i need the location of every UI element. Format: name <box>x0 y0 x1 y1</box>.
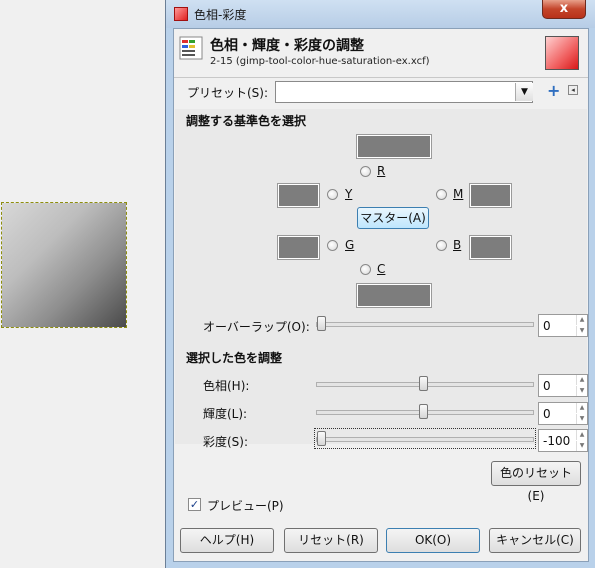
hue-spinbox[interactable]: 0 ▲ ▼ <box>538 374 588 397</box>
saturation-value: -100 <box>543 434 571 448</box>
swatch-cyan <box>356 283 432 308</box>
app-icon <box>174 7 188 21</box>
hue-label: 色相(H): <box>203 379 250 393</box>
reset-button[interactable]: リセット(R) <box>284 528 378 553</box>
preset-menu-icon[interactable]: ◂ <box>568 85 578 95</box>
radio-green[interactable] <box>327 240 338 251</box>
dialog-content: 色相・輝度・彩度の調整 2-15 (gimp-tool-color-hue-sa… <box>173 28 589 562</box>
close-button[interactable]: x <box>542 0 586 19</box>
image-name: 2-15 (gimp-tool-color-hue-saturation-ex.… <box>210 56 430 67</box>
preview-label[interactable]: プレビュー(P) <box>207 497 284 514</box>
window-title: 色相-彩度 <box>194 8 247 22</box>
overlap-slider-thumb[interactable] <box>317 316 326 331</box>
lightness-value: 0 <box>543 407 551 421</box>
label-yellow[interactable]: Y <box>345 187 352 201</box>
swatch-yellow <box>277 183 320 208</box>
spin-down-icon[interactable]: ▼ <box>576 326 587 336</box>
hue-saturation-tool-icon <box>179 36 203 60</box>
reset-color-button[interactable]: 色のリセット(E) <box>491 461 581 503</box>
saturation-slider[interactable] <box>316 437 534 442</box>
spin-up-icon[interactable]: ▲ <box>576 315 587 325</box>
spin-up-icon[interactable]: ▲ <box>576 403 587 413</box>
label-green[interactable]: G <box>345 238 354 252</box>
preset-combo[interactable]: ▼ <box>275 81 533 103</box>
image-thumbnail <box>545 36 579 70</box>
radio-magenta[interactable] <box>436 189 447 200</box>
radio-red[interactable] <box>360 166 371 177</box>
preset-label: プリセット(S): <box>187 86 269 100</box>
saturation-spinbox[interactable]: -100 ▲ ▼ <box>538 429 588 452</box>
swatch-red <box>356 134 432 159</box>
saturation-slider-thumb[interactable] <box>317 431 326 446</box>
overlap-slider[interactable] <box>316 322 534 327</box>
master-button[interactable]: マスター(A) <box>357 207 429 229</box>
swatch-blue <box>469 235 512 260</box>
image-layer[interactable] <box>1 202 127 328</box>
hue-slider-thumb[interactable] <box>419 376 428 391</box>
section-title-adjust: 選択した色を調整 <box>186 351 283 365</box>
label-magenta[interactable]: M <box>453 187 463 201</box>
spin-down-icon[interactable]: ▼ <box>576 441 587 451</box>
radio-blue[interactable] <box>436 240 447 251</box>
radio-cyan[interactable] <box>360 264 371 275</box>
swatch-magenta <box>469 183 512 208</box>
dialog-heading: 色相・輝度・彩度の調整 <box>210 38 364 54</box>
label-blue[interactable]: B <box>453 238 461 252</box>
add-preset-icon[interactable]: + <box>547 83 560 99</box>
lightness-slider-thumb[interactable] <box>419 404 428 419</box>
image-canvas <box>0 0 166 568</box>
spin-down-icon[interactable]: ▼ <box>576 386 587 396</box>
spin-up-icon[interactable]: ▲ <box>576 375 587 385</box>
spin-down-icon[interactable]: ▼ <box>576 414 587 424</box>
label-red[interactable]: R <box>377 164 385 178</box>
chevron-down-icon[interactable]: ▼ <box>515 83 533 101</box>
saturation-label: 彩度(S): <box>203 435 249 449</box>
overlap-label: オーバーラップ(O): <box>203 320 310 334</box>
spin-up-icon[interactable]: ▲ <box>576 430 587 440</box>
help-button[interactable]: ヘルプ(H) <box>180 528 274 553</box>
lightness-spinbox[interactable]: 0 ▲ ▼ <box>538 402 588 425</box>
swatch-green <box>277 235 320 260</box>
cancel-button[interactable]: キャンセル(C) <box>489 528 581 553</box>
dialog-window: 色相-彩度 x 色相・輝度・彩度の調整 2-15 (gimp-tool-colo… <box>165 0 595 568</box>
ok-button[interactable]: OK(O) <box>386 528 480 553</box>
section-title-primary: 調整する基準色を選択 <box>186 114 307 128</box>
divider <box>174 77 588 78</box>
radio-yellow[interactable] <box>327 189 338 200</box>
lightness-label: 輝度(L): <box>203 407 248 421</box>
preview-checkbox[interactable]: ✓ <box>188 498 201 511</box>
overlap-spinbox[interactable]: 0 ▲ ▼ <box>538 314 588 337</box>
label-cyan[interactable]: C <box>377 262 385 276</box>
overlap-value: 0 <box>543 319 551 333</box>
hue-value: 0 <box>543 379 551 393</box>
title-bar[interactable]: 色相-彩度 x <box>166 0 595 28</box>
